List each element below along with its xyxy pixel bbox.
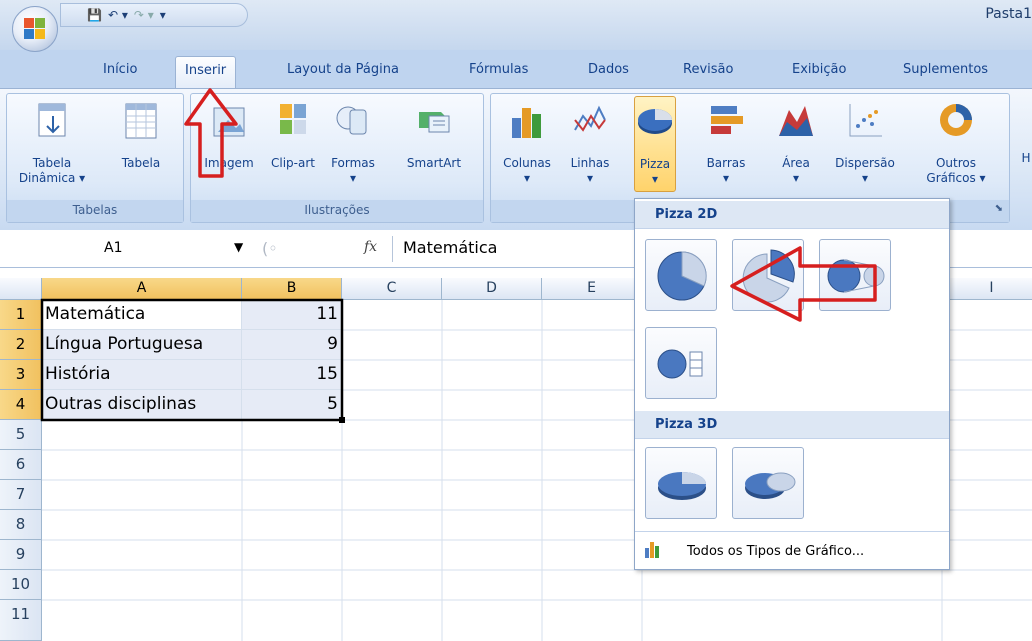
columns-chart-button[interactable]: Colunas ▾: [495, 100, 559, 186]
dialog-launcher-icon[interactable]: ⬊: [995, 203, 1003, 214]
smartart-button[interactable]: SmartArt: [399, 100, 469, 171]
pie-2d-option[interactable]: [645, 239, 717, 311]
exploded-pie-3d-icon: [745, 472, 796, 499]
quick-access-toolbar: 💾 ↶ ▾ ↷ ▾ ▾: [60, 3, 248, 27]
shapes-button[interactable]: Formas ▾: [325, 100, 381, 186]
bar-chart-icon: [707, 100, 745, 146]
pie-chart-icon: [636, 101, 674, 147]
exploded-pie-icon: [742, 249, 795, 303]
other-charts-button[interactable]: Outros Gráficos ▾: [919, 100, 993, 186]
pie-2d-icon: [657, 251, 707, 301]
title-bar: 💾 ↶ ▾ ↷ ▾ ▾ Pasta1: [0, 0, 1032, 50]
bar-of-pie-icon: [657, 349, 703, 379]
scatter-chart-button[interactable]: Dispersão ▾: [829, 100, 901, 186]
save-icon[interactable]: 💾: [87, 8, 102, 22]
formula-divider: [392, 236, 393, 262]
group-label-ilustracoes: Ilustrações: [191, 200, 483, 222]
tab-dados[interactable]: Dados: [588, 62, 629, 77]
fill-handle: [339, 417, 345, 423]
pivot-table-button[interactable]: Tabela Dinâmica ▾: [17, 100, 87, 186]
pie-of-pie-option[interactable]: [732, 239, 804, 311]
all-chart-types-option[interactable]: Todos os Tipos de Gráfico...: [635, 531, 949, 569]
group-tabelas: Tabela Dinâmica ▾ Tabela Tabelas: [6, 93, 184, 223]
area-chart-icon: [777, 100, 815, 146]
tab-formulas[interactable]: Fórmulas: [469, 62, 528, 77]
tab-layout[interactable]: Layout da Página: [287, 62, 399, 77]
all-chart-types-label: Todos os Tipos de Gráfico...: [687, 544, 865, 559]
formula-input[interactable]: Matemática: [403, 238, 497, 257]
pie-chart-button[interactable]: Pizza ▾: [634, 96, 676, 192]
pie-chart-dropdown: Pizza 2D Pizza 3D Todos os Tipos de Gráf…: [634, 198, 950, 570]
tab-inserir[interactable]: Inserir: [175, 56, 237, 90]
tab-inicio[interactable]: Início: [103, 62, 137, 77]
column-chart-icon: [508, 100, 546, 146]
clipart-icon: [274, 100, 312, 146]
name-box-dropdown-icon[interactable]: ▼: [234, 240, 243, 254]
group-label-tabelas: Tabelas: [7, 200, 183, 222]
pie-bar-option[interactable]: [645, 327, 717, 399]
next-group-letter: H: [1021, 151, 1031, 165]
pie-3d-option[interactable]: [645, 447, 717, 519]
all-charts-icon: [643, 540, 663, 564]
undo-icon[interactable]: ↶ ▾: [108, 8, 128, 22]
area-chart-button[interactable]: Área ▾: [771, 100, 821, 186]
table-icon: [122, 100, 160, 146]
fx-icon[interactable]: fx: [364, 239, 377, 255]
formula-bar-expand-icon[interactable]: (◦: [262, 239, 278, 258]
scatter-chart-icon: [846, 100, 884, 146]
smartart-icon: [415, 100, 453, 146]
exploded-pie-3d-option[interactable]: [732, 447, 804, 519]
office-logo-icon: [24, 18, 46, 40]
tab-revisao[interactable]: Revisão: [683, 62, 733, 77]
window-title: Pasta1: [985, 6, 1032, 22]
redo-icon[interactable]: ↷ ▾: [134, 8, 154, 22]
selection-border: [40, 298, 344, 422]
bar-of-pie-option[interactable]: [819, 239, 891, 311]
pie-3d-icon: [658, 472, 706, 500]
pivot-table-icon: [33, 100, 71, 146]
lines-chart-button[interactable]: Linhas ▾: [563, 100, 617, 186]
customize-qat-icon[interactable]: ▾: [160, 8, 166, 22]
group-ilustracoes: Imagem Clip-art Formas ▾ SmartArt Ilustra…: [190, 93, 484, 223]
office-button[interactable]: [12, 6, 58, 52]
tab-exibicao[interactable]: Exibição: [792, 62, 846, 77]
pie-of-pie-icon: [827, 259, 885, 293]
bars-chart-button[interactable]: Barras ▾: [699, 100, 753, 186]
ribbon-tabs: Início Inserir Layout da Página Fórmulas…: [0, 50, 1032, 90]
clipart-button[interactable]: Clip-art: [265, 100, 321, 171]
image-button[interactable]: Imagem: [199, 100, 259, 171]
table-button[interactable]: Tabela: [111, 100, 171, 171]
tab-suplementos[interactable]: Suplementos: [903, 62, 988, 77]
shapes-icon: [334, 100, 372, 146]
doughnut-chart-icon: [937, 100, 975, 146]
section-pizza-3d: Pizza 3D: [635, 411, 949, 439]
name-box[interactable]: A1 ▼: [4, 237, 262, 261]
section-pizza-2d: Pizza 2D: [635, 201, 949, 229]
image-icon: [210, 100, 248, 146]
line-chart-icon: [571, 100, 609, 146]
